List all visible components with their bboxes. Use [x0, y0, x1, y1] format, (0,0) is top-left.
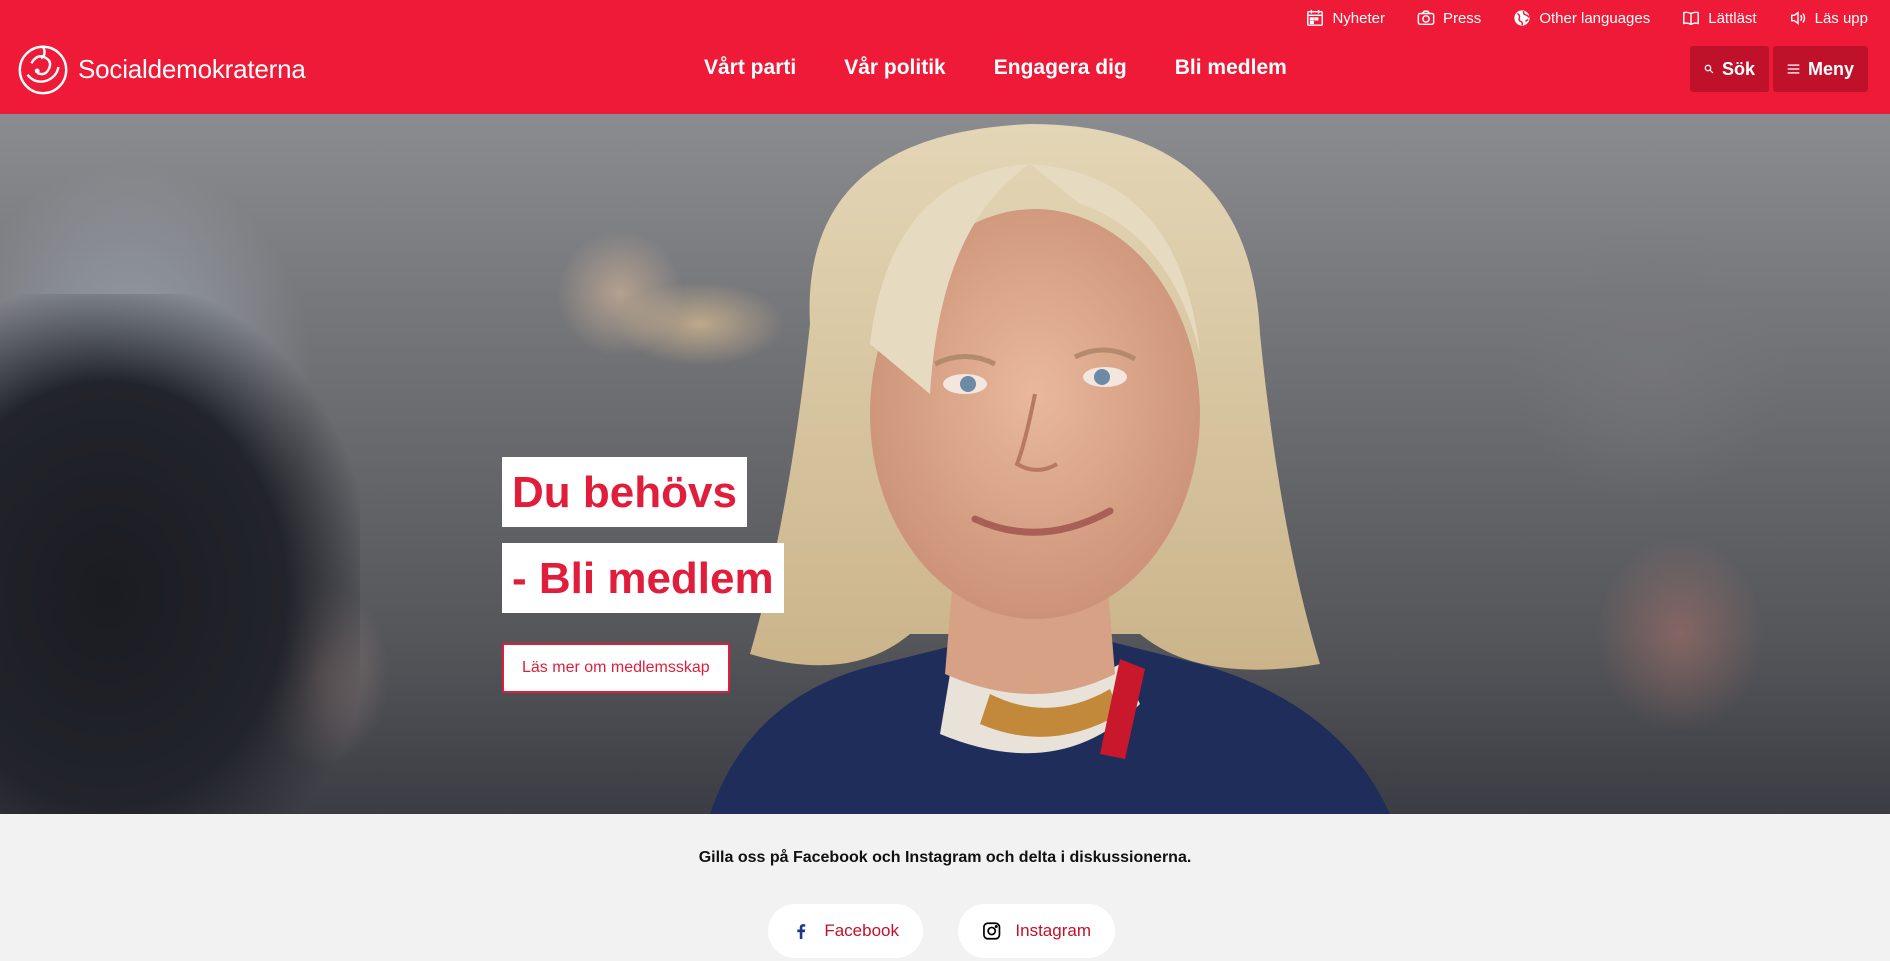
utility-nav-label: Lättläst — [1708, 9, 1757, 27]
facebook-button[interactable]: Facebook — [768, 904, 923, 958]
speaker-icon — [1790, 11, 1805, 25]
membership-info-button[interactable]: Läs mer om medlemsskap — [502, 643, 730, 693]
facebook-icon — [797, 924, 806, 939]
facebook-label: Facebook — [824, 921, 899, 940]
nav-bli-medlem[interactable]: Bli medlem — [1175, 56, 1287, 80]
utility-nav-press[interactable]: Press — [1417, 9, 1481, 27]
hero-background-figure — [0, 294, 360, 814]
instagram-icon — [983, 922, 1001, 940]
book-icon — [1683, 11, 1700, 26]
logo-text: Socialdemokraterna — [78, 53, 306, 84]
utility-nav-label: Nyheter — [1332, 9, 1385, 27]
hero-title-line-2: - Bli medlem — [502, 543, 784, 613]
hero-portrait-image — [710, 124, 1390, 814]
hamburger-icon — [1787, 64, 1800, 74]
social-section: Gilla oss på Facebook och Instagram och … — [0, 814, 1890, 961]
menu-button-label: Meny — [1807, 58, 1854, 79]
globe-icon — [1514, 10, 1531, 26]
instagram-label: Instagram — [1015, 921, 1091, 940]
instagram-button[interactable]: Instagram — [958, 904, 1115, 958]
site-logo[interactable]: Socialdemokraterna — [14, 40, 306, 98]
camera-icon — [1417, 10, 1435, 26]
utility-nav: Nyheter Press Other languages Lättläst L… — [1306, 9, 1868, 27]
hero-banner: Du behövs - Bli medlem Läs mer om medlem… — [0, 114, 1890, 814]
search-button[interactable]: Sök — [1690, 46, 1769, 92]
search-icon — [1704, 64, 1714, 74]
main-nav: Vårt parti Vår politik Engagera dig Bli … — [704, 56, 1287, 80]
utility-nav-languages[interactable]: Other languages — [1513, 9, 1650, 27]
utility-nav-label: Press — [1442, 9, 1482, 27]
utility-nav-easy-read[interactable]: Lättläst — [1682, 9, 1757, 27]
utility-nav-news[interactable]: Nyheter — [1306, 9, 1385, 27]
hero-content: Du behövs - Bli medlem Läs mer om medlem… — [502, 457, 784, 693]
nav-var-politik[interactable]: Vår politik — [844, 56, 946, 80]
nav-vart-parti[interactable]: Vårt parti — [704, 56, 796, 80]
calendar-icon — [1307, 9, 1324, 26]
rose-logo-icon — [18, 45, 68, 95]
social-intro-text: Gilla oss på Facebook och Instagram och … — [698, 849, 1192, 866]
nav-engagera-dig[interactable]: Engagera dig — [994, 56, 1127, 80]
hero-title-line-1: Du behövs — [502, 457, 747, 527]
utility-nav-read-aloud[interactable]: Läs upp — [1789, 9, 1868, 27]
menu-button[interactable]: Meny — [1773, 46, 1868, 92]
utility-nav-label: Other languages — [1539, 9, 1651, 27]
utility-nav-label: Läs upp — [1814, 9, 1868, 27]
site-header: Socialdemokraterna Nyheter Press Other l… — [0, 0, 1890, 114]
search-button-label: Sök — [1721, 58, 1755, 79]
